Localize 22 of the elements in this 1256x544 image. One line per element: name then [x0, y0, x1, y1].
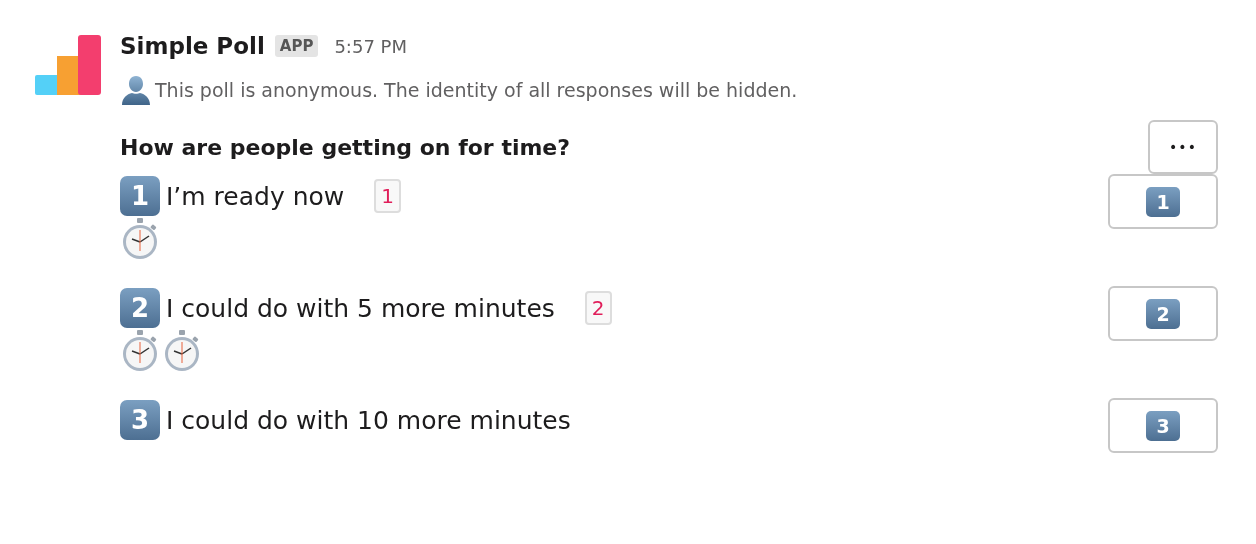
option-label: I could do with 5 more minutes — [166, 293, 555, 323]
vote-button[interactable]: 2 — [1108, 286, 1218, 341]
number-keycap: 1 — [120, 176, 160, 216]
more-actions-button[interactable]: ••• — [1148, 120, 1218, 174]
stopwatch-icon — [162, 330, 202, 372]
vote-button[interactable]: 1 — [1108, 174, 1218, 229]
poll-question: How are people getting on for time? — [120, 134, 571, 160]
app-logo-icon — [35, 35, 101, 95]
sender-name[interactable]: Simple Poll — [120, 33, 265, 59]
option-label: I’m ready now — [166, 181, 345, 211]
anonymous-notice: This poll is anonymous. The identity of all responses will be hidden. — [155, 79, 798, 101]
option-label: I could do with 10 more minutes — [166, 405, 571, 435]
number-keycap: 3 — [120, 400, 160, 440]
vote-count: 2 — [584, 291, 612, 325]
stopwatch-icon — [120, 218, 160, 260]
app-badge: APP — [274, 35, 319, 57]
vote-button[interactable]: 3 — [1108, 398, 1218, 453]
vote-count: 1 — [374, 179, 401, 213]
person-silhouette-icon — [120, 74, 152, 106]
number-keycap: 2 — [120, 288, 160, 328]
timestamp[interactable]: 5:57 PM — [334, 35, 407, 57]
stopwatch-icon — [120, 330, 160, 372]
